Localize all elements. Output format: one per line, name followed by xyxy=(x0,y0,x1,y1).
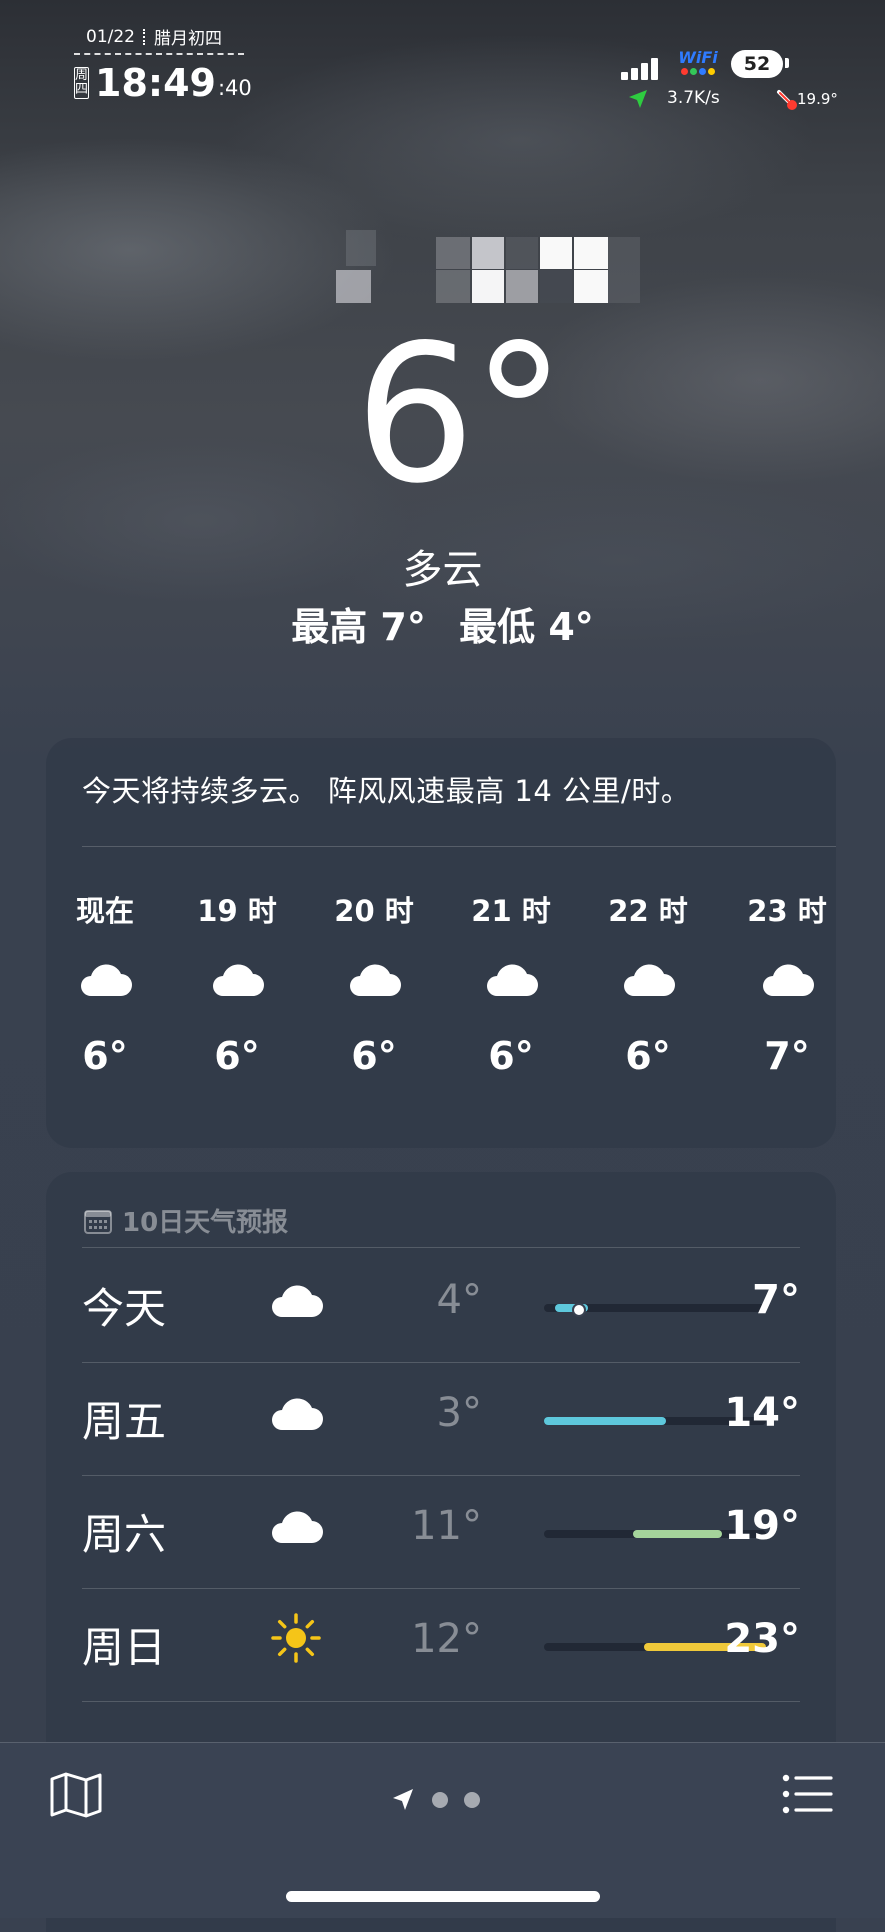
day-row[interactable]: 周六 11° 19° xyxy=(82,1475,800,1588)
day-name: 周五 xyxy=(82,1397,167,1446)
day-low-temperature: 11° xyxy=(411,1503,482,1549)
cloud-icon xyxy=(466,962,556,998)
hour-temperature: 6° xyxy=(82,1034,128,1078)
day-low-temperature: 3° xyxy=(436,1390,482,1436)
page-dot[interactable] xyxy=(432,1792,448,1808)
current-temperature: 6° xyxy=(354,304,567,525)
low-temperature: 最低 4° xyxy=(459,605,594,649)
day-row[interactable]: 周日 12° 23° xyxy=(82,1588,800,1701)
current-condition: 多云 xyxy=(402,547,483,593)
hour-item: 22 时 6° xyxy=(603,888,693,1078)
day-high-temperature: 23° xyxy=(724,1616,800,1662)
cloud-icon xyxy=(603,962,693,998)
battery-indicator: 52 xyxy=(731,50,783,78)
hour-item: 19 时 6° xyxy=(192,888,282,1078)
cloud-icon xyxy=(192,962,282,998)
status-bar-right: WiFi 52 3.7K/s 19.9° xyxy=(607,48,857,118)
hour-label: 21 时 xyxy=(471,894,551,928)
day-row[interactable]: 周五 3° 14° xyxy=(82,1362,800,1475)
day-high-temperature: 14° xyxy=(724,1390,800,1436)
bottom-toolbar xyxy=(0,1742,885,1918)
temperature-range-fill xyxy=(544,1417,667,1425)
map-icon[interactable] xyxy=(48,1771,104,1819)
day-high-temperature: 7° xyxy=(752,1277,800,1323)
hour-label: 20 时 xyxy=(334,894,414,928)
calendar-icon xyxy=(84,1209,112,1234)
hour-temperature: 7° xyxy=(764,1034,810,1078)
hourly-forecast-card[interactable]: 今天将持续多云。 阵风风速最高 14 公里/时。 现在 6° 19 时 6° 2… xyxy=(46,738,836,1148)
day-name: 周六 xyxy=(82,1510,167,1559)
hour-label: 现在 xyxy=(75,894,134,928)
page-indicator[interactable] xyxy=(390,1787,480,1813)
hour-item: 现在 6° xyxy=(60,888,150,1078)
status-bar-left: 01/22 腊月初四 周四 18:49 :40 xyxy=(74,24,252,105)
page-dot[interactable] xyxy=(464,1792,480,1808)
temperature-range-bar xyxy=(544,1303,766,1317)
cloud-icon xyxy=(272,1285,323,1317)
list-icon[interactable] xyxy=(782,1773,834,1815)
weekday-label: 周四 xyxy=(74,67,90,99)
hour-temperature: 6° xyxy=(625,1034,671,1078)
date-text: 01/22 xyxy=(86,26,135,47)
hour-temperature: 6° xyxy=(351,1034,397,1078)
day-name: 今天 xyxy=(82,1284,167,1333)
daily-divider xyxy=(82,1247,800,1248)
day-high-temperature: 19° xyxy=(724,1503,800,1549)
hour-item: 21 时 6° xyxy=(466,888,556,1078)
wifi-label: WiFi xyxy=(678,48,718,67)
current-temperature-dot xyxy=(572,1303,587,1317)
hour-item: 23 时 7° xyxy=(742,888,832,1078)
sun-icon xyxy=(271,1613,321,1663)
hourly-divider xyxy=(82,846,836,847)
time-row: 周四 18:49 :40 xyxy=(74,61,252,105)
location-arrow-icon xyxy=(629,90,647,108)
battery-tip xyxy=(785,58,789,68)
hour-label: 22 时 xyxy=(608,894,688,928)
forecast-summary: 今天将持续多云。 阵风风速最高 14 公里/时。 xyxy=(82,774,691,808)
cloud-icon xyxy=(60,962,150,998)
signal-icon xyxy=(621,58,658,80)
thermometer-icon xyxy=(777,90,797,110)
hour-item: 20 时 6° xyxy=(329,888,419,1078)
wifi-icon: WiFi xyxy=(675,48,721,75)
hour-label: 19 时 xyxy=(197,894,277,928)
cloud-icon xyxy=(742,962,832,998)
day-row[interactable]: 今天 4° 7° xyxy=(82,1249,800,1362)
cloud-icon xyxy=(272,1511,323,1543)
hour-temperature: 6° xyxy=(214,1034,260,1078)
date-row: 01/22 腊月初四 xyxy=(74,24,246,50)
daily-title: 10日天气预报 xyxy=(122,1208,289,1238)
date-separator xyxy=(143,28,146,45)
high-low-temperature: 最高 7° 最低 4° xyxy=(0,596,885,651)
clock-seconds: :40 xyxy=(217,76,252,100)
location-name-pixelated xyxy=(336,200,641,305)
clock-time: 18:49 xyxy=(95,61,216,105)
wifi-dots xyxy=(675,68,721,75)
location-arrow-icon xyxy=(393,1789,413,1810)
temperature-range-fill xyxy=(632,1530,722,1538)
hour-label: 23 时 xyxy=(747,894,827,928)
day-low-temperature: 12° xyxy=(411,1616,482,1662)
cloud-icon xyxy=(272,1398,323,1430)
day-name: 周日 xyxy=(82,1623,167,1672)
date-divider xyxy=(74,53,244,55)
lunar-date-text: 腊月初四 xyxy=(154,29,222,49)
daily-divider xyxy=(82,1701,800,1702)
daily-header: 10日天气预报 xyxy=(84,1202,288,1239)
home-indicator[interactable] xyxy=(286,1891,600,1902)
hour-temperature: 6° xyxy=(488,1034,534,1078)
high-temperature: 最高 7° xyxy=(291,605,426,649)
day-low-temperature: 4° xyxy=(436,1277,482,1323)
device-temperature: 19.9° xyxy=(797,90,838,108)
cloud-icon xyxy=(329,962,419,998)
network-speed: 3.7K/s xyxy=(667,88,720,108)
